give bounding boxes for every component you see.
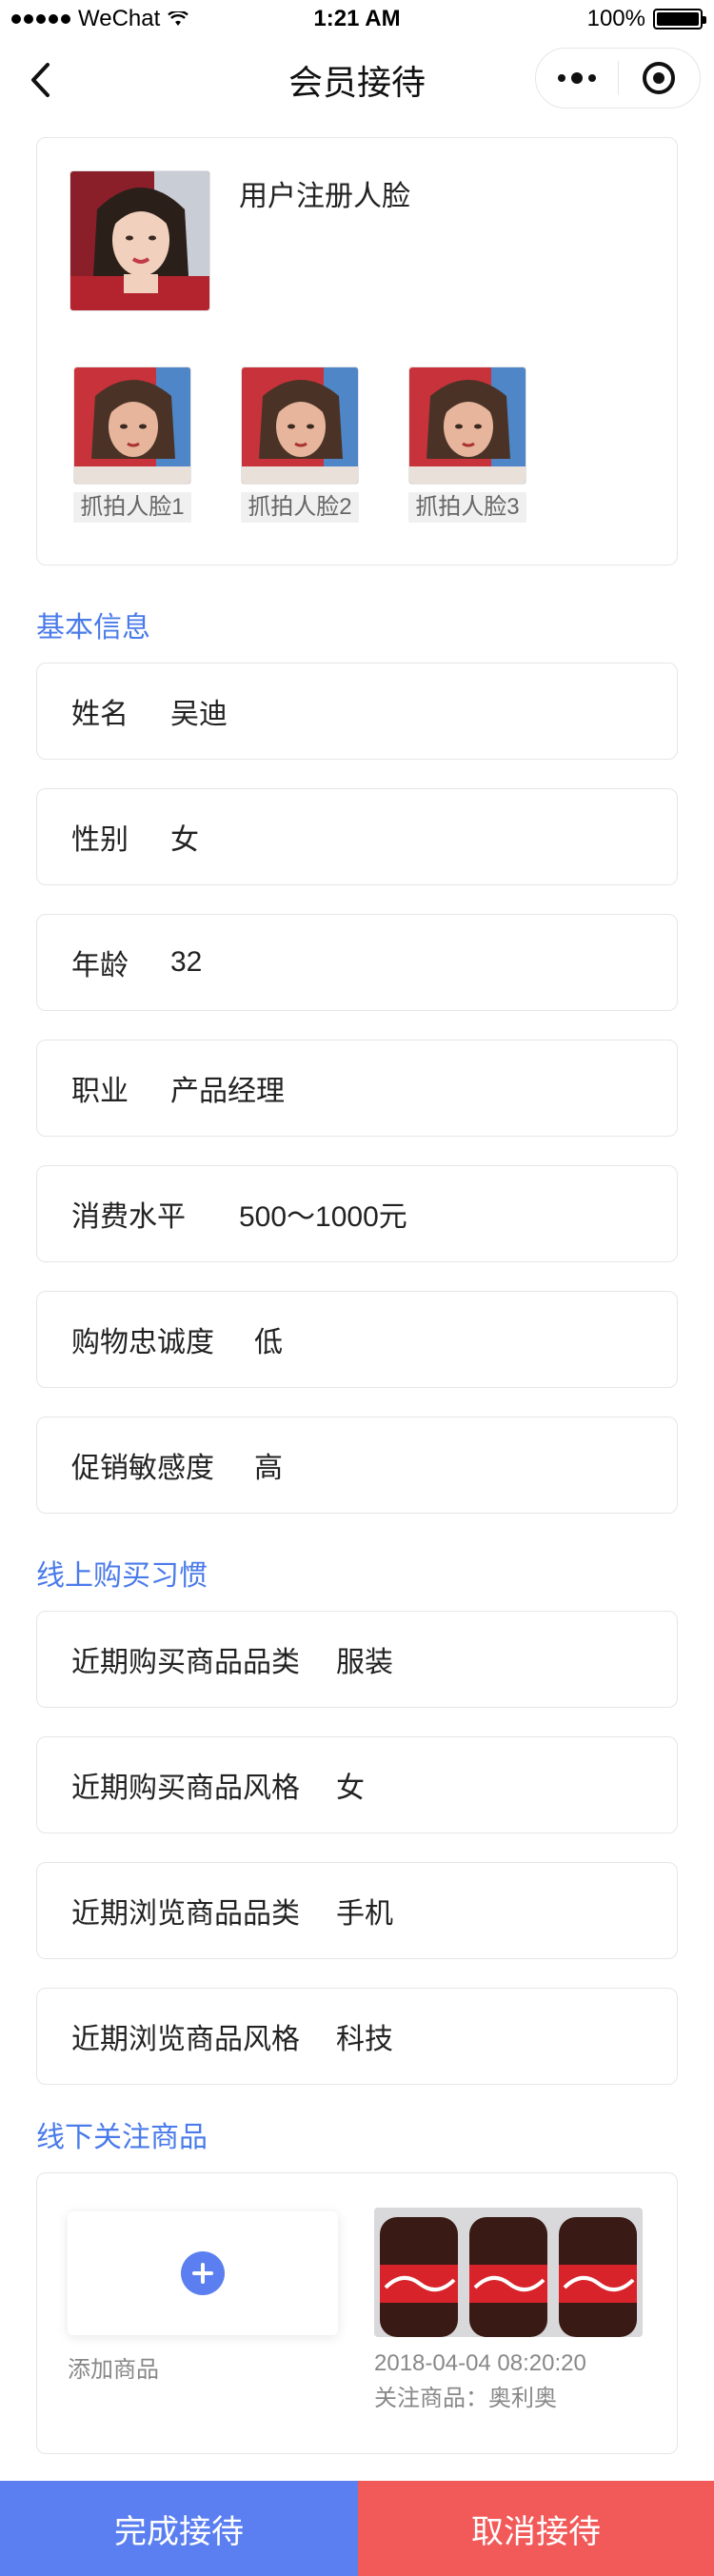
section-title-offline-products: 线下关注商品 xyxy=(36,2122,208,2153)
info-row-recent-purchase-category: 近期购买商品品类 服装 xyxy=(36,1611,678,1708)
snapshot-face-label: 抓拍人脸2 xyxy=(241,492,359,523)
info-row-gender: 性别 女 xyxy=(36,788,678,885)
section-title-basic-info: 基本信息 xyxy=(36,612,150,644)
signal-icon xyxy=(11,14,70,24)
info-value: 32 xyxy=(170,946,203,978)
snapshot-face-1[interactable]: 抓拍人脸1 xyxy=(73,367,191,523)
info-key: 消费水平 xyxy=(71,1201,186,1233)
wifi-icon xyxy=(168,11,189,26)
cancel-reception-button[interactable]: 取消接待 xyxy=(358,2481,714,2576)
info-key: 促销敏感度 xyxy=(71,1453,214,1484)
section-title-online-habits: 线上购买习惯 xyxy=(36,1560,208,1592)
info-key: 近期购买商品风格 xyxy=(71,1773,300,1804)
more-button[interactable] xyxy=(536,49,618,108)
info-value: 低 xyxy=(254,1327,283,1358)
info-key: 近期购买商品品类 xyxy=(71,1647,300,1678)
content: 用户注册人脸 抓拍人脸1 抓拍人脸2 抓拍人脸3 基本信息 姓名 吴迪 性别 女… xyxy=(36,137,678,2454)
snapshot-face-image xyxy=(241,367,359,485)
plus-icon xyxy=(181,2251,225,2295)
face-photo-image xyxy=(74,367,190,484)
bottom-action-bar: 完成接待 取消接待 xyxy=(0,2481,714,2576)
face-card: 用户注册人脸 抓拍人脸1 抓拍人脸2 抓拍人脸3 xyxy=(36,137,678,565)
info-value: 产品经理 xyxy=(170,1076,285,1107)
snapshot-face-label: 抓拍人脸3 xyxy=(408,492,526,523)
info-row-occupation: 职业 产品经理 xyxy=(36,1040,678,1137)
info-row-recent-purchase-style: 近期购买商品风格 女 xyxy=(36,1736,678,1833)
info-key: 职业 xyxy=(71,1076,129,1107)
info-value: 女 xyxy=(336,1773,365,1804)
snapshot-face-image xyxy=(408,367,526,485)
close-mini-program-button[interactable] xyxy=(619,49,701,108)
page-title: 会员接待 xyxy=(288,63,426,102)
registered-face-label: 用户注册人脸 xyxy=(239,181,410,212)
target-close-icon xyxy=(643,62,676,94)
face-photo-image xyxy=(242,367,358,484)
info-key: 年龄 xyxy=(71,950,129,981)
info-row-consumption-level: 消费水平 500～1000元 xyxy=(36,1165,678,1262)
nav-bar: 会员接待 xyxy=(0,38,714,122)
snapshot-face-image xyxy=(73,367,191,485)
info-value: 科技 xyxy=(336,2024,393,2055)
snapshot-face-2[interactable]: 抓拍人脸2 xyxy=(241,367,359,523)
product-image[interactable] xyxy=(374,2208,643,2337)
face-photo-image xyxy=(409,367,526,484)
registered-face-photo[interactable] xyxy=(69,170,210,311)
status-bar: WeChat 1:21 AM 100% xyxy=(0,0,714,38)
cola-bottles-image xyxy=(374,2208,643,2337)
carrier-label: WeChat xyxy=(78,6,161,31)
mini-program-capsule xyxy=(535,48,701,109)
add-product-label: 添加商品 xyxy=(68,2357,159,2383)
info-value: 吴迪 xyxy=(170,699,228,730)
chevron-left-icon xyxy=(31,63,50,97)
product-time: 2018-04-04 08:20:20 xyxy=(374,2350,586,2376)
snapshot-face-3[interactable]: 抓拍人脸3 xyxy=(408,367,526,523)
battery-percent: 100% xyxy=(586,6,645,31)
info-row-recent-browse-category: 近期浏览商品品类 手机 xyxy=(36,1862,678,1959)
info-key: 姓名 xyxy=(71,699,129,730)
add-product-button[interactable] xyxy=(68,2211,338,2335)
info-value: 女 xyxy=(170,824,199,856)
snapshot-face-label: 抓拍人脸1 xyxy=(73,492,191,523)
battery-icon xyxy=(653,9,706,30)
more-dots-icon xyxy=(557,72,596,84)
complete-reception-button[interactable]: 完成接待 xyxy=(0,2481,358,2576)
status-right: 100% xyxy=(586,6,706,32)
back-button[interactable] xyxy=(17,57,63,103)
offline-product-card: 添加商品 2018-04-04 08:20:20 关注商品：奥利奥 xyxy=(36,2172,678,2454)
info-row-loyalty: 购物忠诚度 低 xyxy=(36,1291,678,1388)
info-value: 500～1000元 xyxy=(239,1201,407,1233)
info-value: 服装 xyxy=(336,1647,393,1678)
info-row-age: 年龄 32 xyxy=(36,914,678,1011)
info-value: 手机 xyxy=(336,1898,393,1930)
face-photo-image xyxy=(70,171,209,310)
info-key: 近期浏览商品品类 xyxy=(71,1898,300,1930)
status-left: WeChat xyxy=(11,6,189,32)
info-key: 性别 xyxy=(71,824,129,856)
info-key: 近期浏览商品风格 xyxy=(71,2024,300,2055)
info-key: 购物忠诚度 xyxy=(71,1327,214,1358)
info-row-recent-browse-style: 近期浏览商品风格 科技 xyxy=(36,1988,678,2085)
product-name: 关注商品：奥利奥 xyxy=(374,2386,557,2411)
info-value: 高 xyxy=(254,1453,283,1484)
info-row-promo-sensitivity: 促销敏感度 高 xyxy=(36,1417,678,1514)
info-row-name: 姓名 吴迪 xyxy=(36,663,678,760)
